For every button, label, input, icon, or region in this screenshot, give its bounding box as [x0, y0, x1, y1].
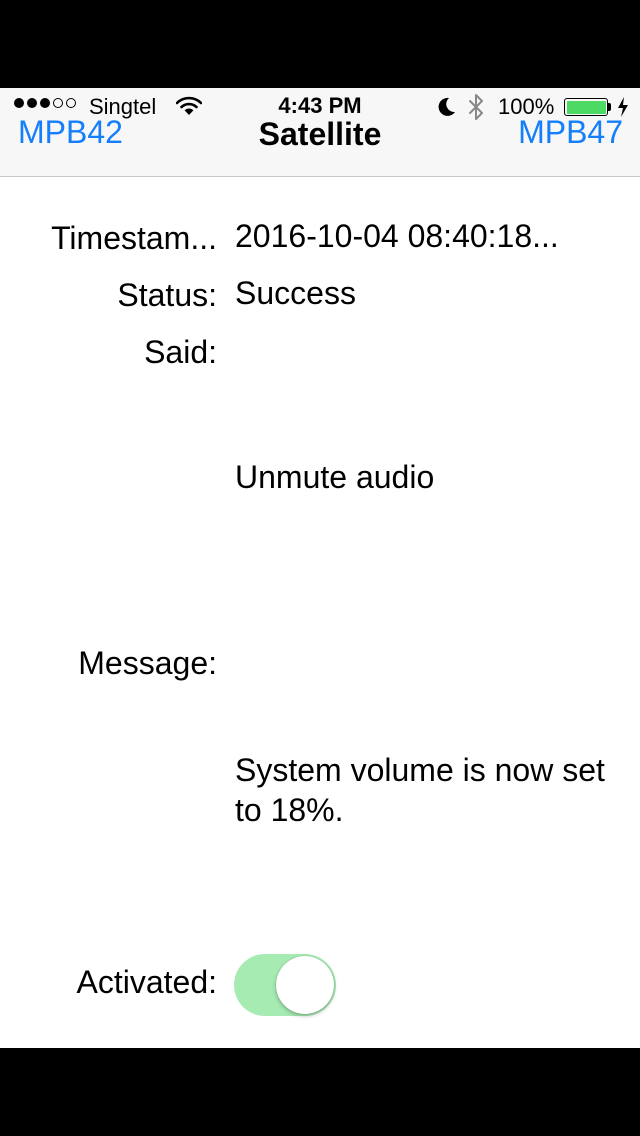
said-value: Unmute audio [235, 459, 435, 495]
activated-label: Activated: [76, 964, 217, 1000]
battery-level-fill [566, 100, 606, 114]
forward-button[interactable]: MPB47 [518, 114, 623, 151]
screen: Singtel 4:43 PM 100% MPB42 Satellite MPB… [0, 88, 640, 1048]
status-value: Success [235, 275, 356, 311]
message-value: System volume is now set to 18%. [235, 752, 605, 828]
timestamp-label: Timestam... [51, 220, 217, 256]
message-label: Message: [78, 645, 217, 681]
activated-toggle[interactable] [234, 954, 336, 1016]
moon-icon [438, 97, 455, 116]
said-label: Said: [144, 334, 217, 370]
status-label: Status: [117, 277, 217, 313]
battery-tip [608, 103, 611, 111]
timestamp-value: 2016-10-04 08:40:18... [235, 218, 559, 254]
toggle-knob [276, 956, 334, 1014]
navigation-bar: Singtel 4:43 PM 100% MPB42 Satellite MPB… [0, 88, 640, 177]
